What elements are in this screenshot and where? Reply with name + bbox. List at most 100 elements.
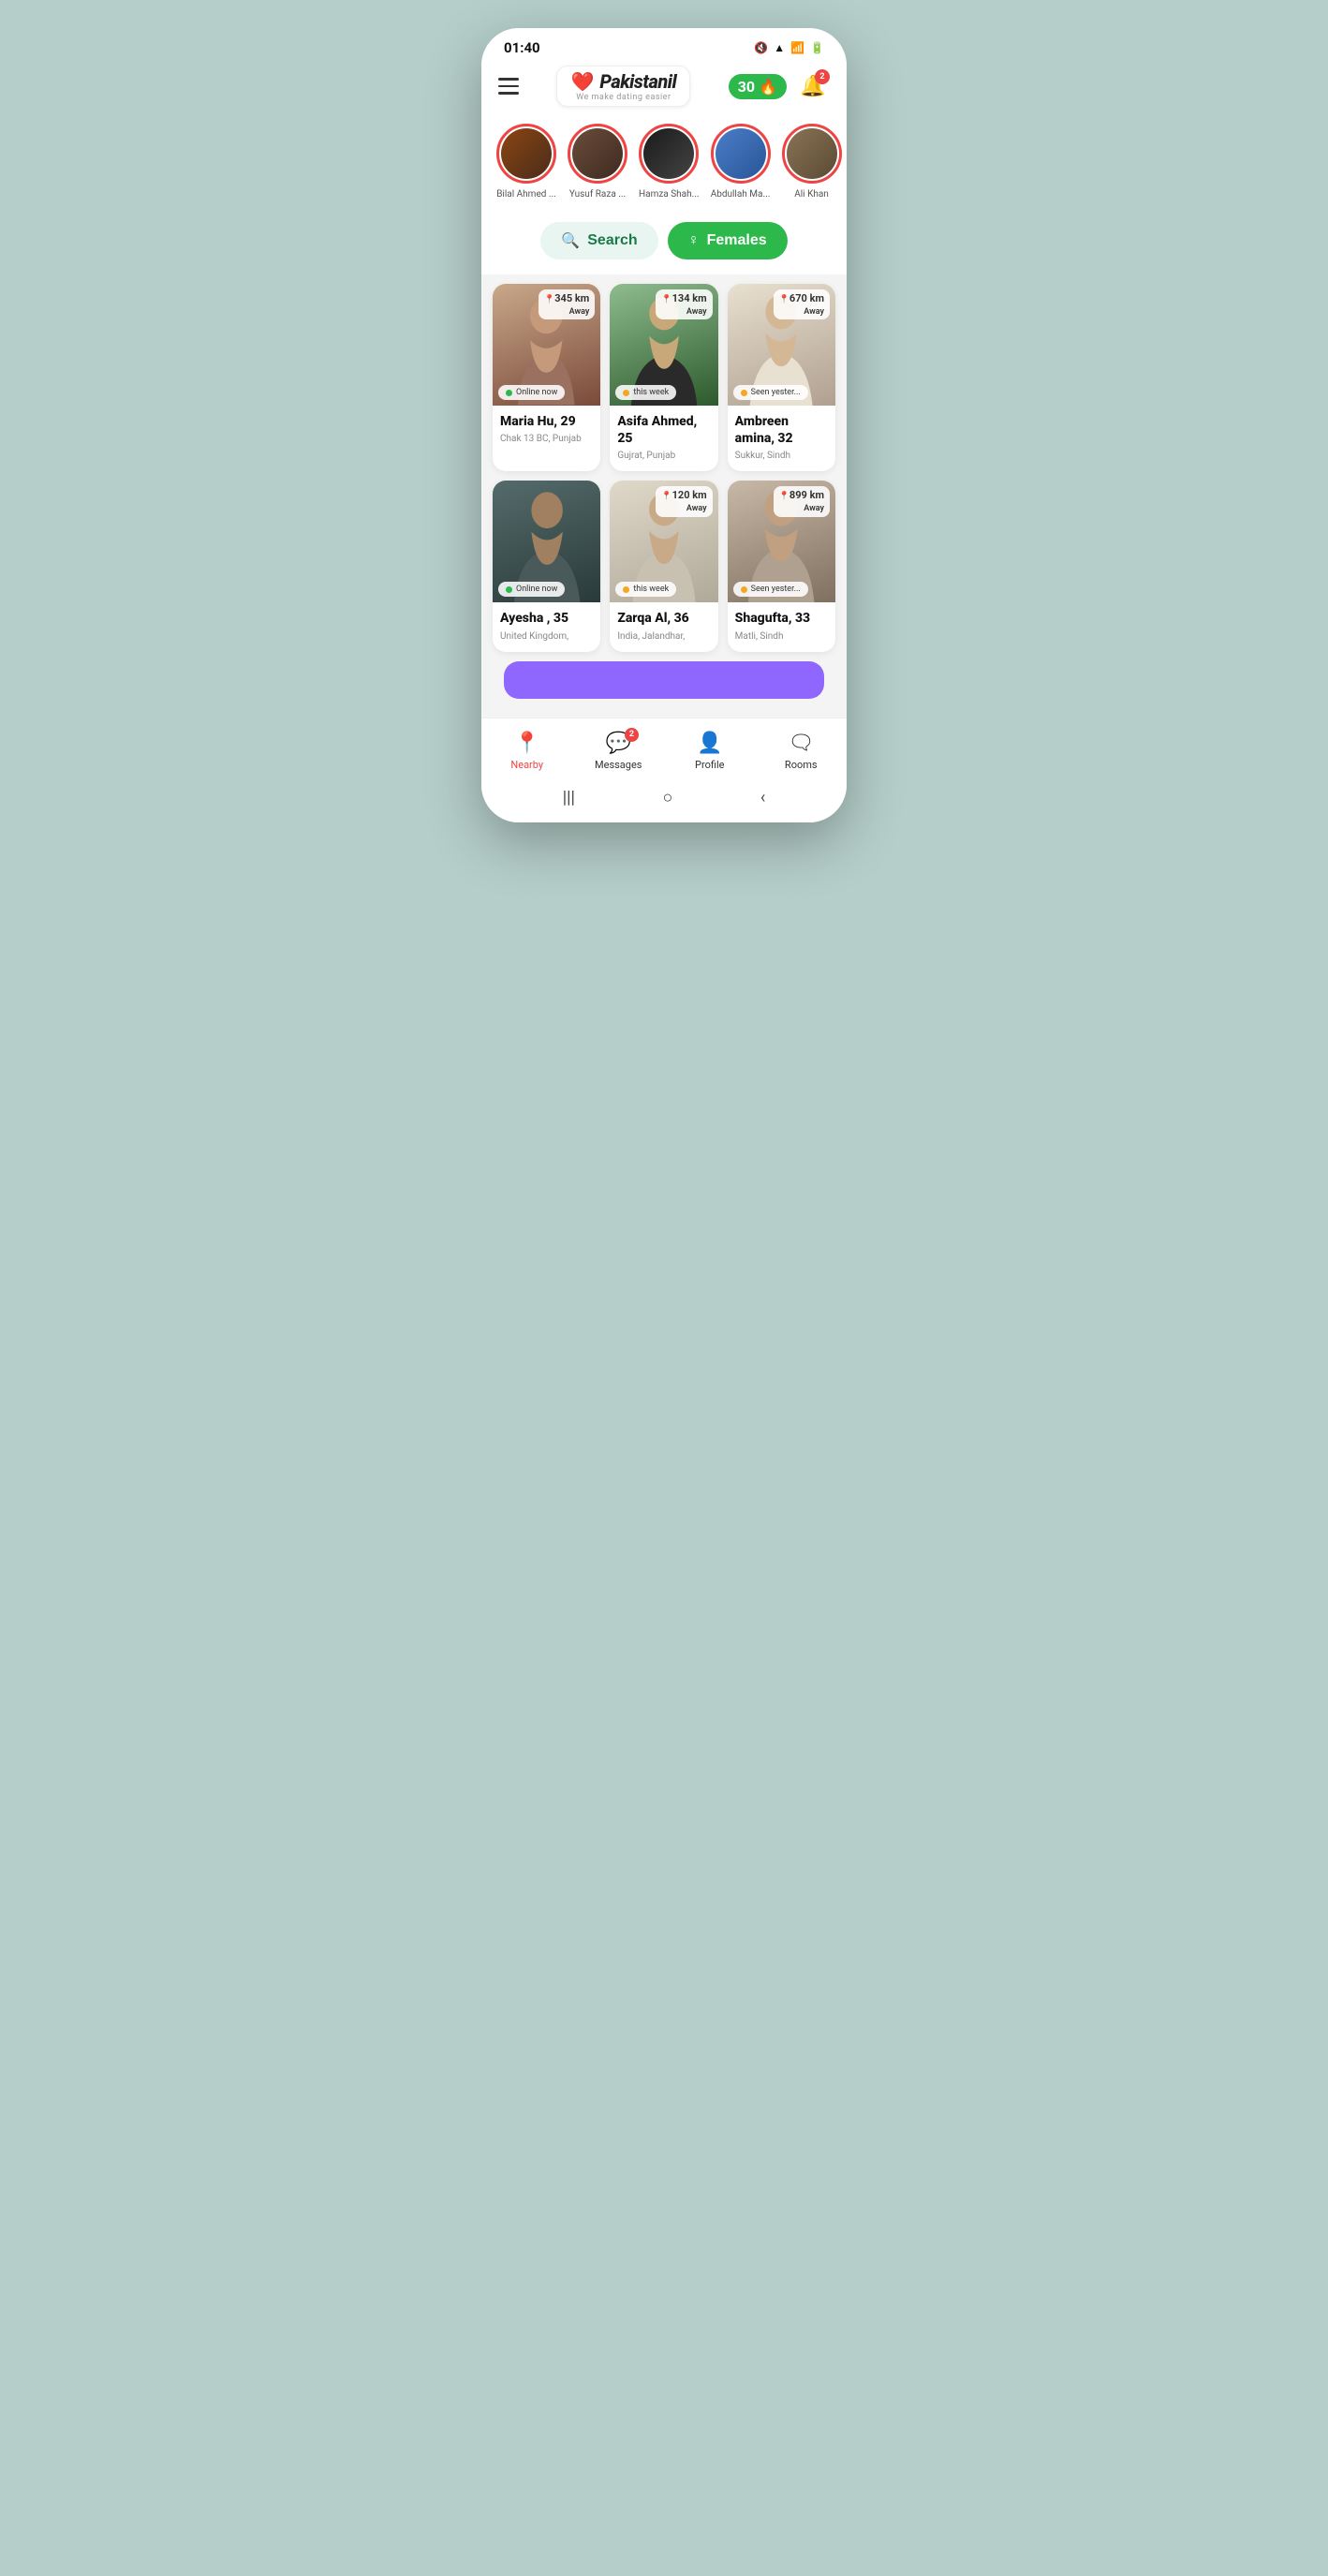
- story-name: Hamza Shah...: [639, 189, 700, 200]
- story-item[interactable]: Ali Khan: [782, 124, 842, 200]
- nav-nearby[interactable]: 📍 Nearby: [481, 728, 573, 775]
- profile-location: Matli, Sindh: [735, 630, 828, 643]
- filter-row: 🔍 Search ♀ Females: [481, 215, 847, 274]
- profile-icon: 👤: [697, 732, 722, 755]
- story-avatar: [787, 128, 837, 179]
- female-icon: ♀: [688, 232, 700, 249]
- nav-messages[interactable]: 💬 2 Messages: [573, 728, 665, 775]
- distance-badge: 📍120 kmAway: [656, 486, 712, 516]
- story-item[interactable]: Bilal Ahmed ...: [496, 124, 556, 200]
- females-filter-button[interactable]: ♀ Females: [668, 222, 788, 259]
- status-bar: 01:40 🔇 ▲ 📶 🔋: [481, 28, 847, 60]
- status-text: this week: [633, 585, 669, 594]
- logo: ❤️ Pakistanil We make dating easier: [556, 66, 690, 107]
- profile-name: Ayesha , 35: [500, 610, 593, 627]
- wifi-icon: ▲: [774, 41, 785, 54]
- story-avatar: [643, 128, 694, 179]
- online-dot: [506, 390, 512, 396]
- likes-badge[interactable]: 30 🔥: [729, 74, 787, 99]
- status-badge: Seen yester...: [733, 385, 808, 400]
- logo-text: Pakistanil: [599, 70, 676, 93]
- distance-badge: 📍899 kmAway: [774, 486, 830, 516]
- pin-icon: 📍: [779, 491, 789, 503]
- mute-icon: 🔇: [754, 41, 768, 54]
- nearby-icon: 📍: [514, 732, 539, 755]
- profile-location: United Kingdom,: [500, 630, 593, 643]
- card-info: Maria Hu, 29 Chak 13 BC, Punjab: [493, 406, 600, 454]
- nav-rooms[interactable]: 🗨 Rooms: [756, 728, 848, 775]
- story-item[interactable]: Abdullah Ma...: [711, 124, 771, 200]
- offline-dot: [623, 586, 629, 593]
- profile-card[interactable]: Online now Ayesha , 35 United Kingdom,: [493, 481, 600, 651]
- profile-label: Profile: [695, 759, 724, 771]
- stories-row: Bilal Ahmed ... Yusuf Raza ... Hamza Sha…: [481, 116, 847, 215]
- story-avatar: [572, 128, 623, 179]
- profile-card[interactable]: 📍120 kmAway this week Zarqa Al, 36 India…: [610, 481, 717, 651]
- recents-button[interactable]: |||: [563, 788, 575, 807]
- phone-shell: 01:40 🔇 ▲ 📶 🔋 ❤️ Pakistanil We make dati…: [481, 28, 847, 822]
- profile-card[interactable]: 📍670 kmAway Seen yester... Ambreen amina…: [728, 284, 835, 471]
- home-button[interactable]: ○: [662, 788, 672, 807]
- profile-name: Zarqa Al, 36: [617, 610, 710, 627]
- status-badge: Seen yester...: [733, 582, 808, 597]
- females-label: Females: [707, 232, 767, 249]
- distance-badge: 📍670 kmAway: [774, 289, 830, 319]
- card-info: Shagufta, 33 Matli, Sindh: [728, 602, 835, 651]
- profile-card[interactable]: 📍345 kmAway Online now Maria Hu, 29 Chak…: [493, 284, 600, 471]
- logo-heart-icon: ❤️: [570, 70, 594, 93]
- purple-action-button[interactable]: [504, 661, 824, 699]
- story-avatar: [501, 128, 552, 179]
- search-label: Search: [587, 232, 637, 249]
- offline-dot: [741, 586, 747, 593]
- menu-button[interactable]: [498, 78, 519, 95]
- messages-label: Messages: [595, 759, 642, 771]
- story-item[interactable]: Hamza Shah...: [639, 124, 700, 200]
- story-avatar: [716, 128, 766, 179]
- story-name: Abdullah Ma...: [711, 189, 771, 200]
- system-nav-bar: ||| ○ ‹: [481, 778, 847, 822]
- profile-location: Gujrat, Punjab: [617, 450, 710, 462]
- notification-count: 2: [815, 69, 830, 84]
- profile-card[interactable]: 📍134 kmAway this week Asifa Ahmed, 25 Gu…: [610, 284, 717, 471]
- profile-location: Sukkur, Sindh: [735, 450, 828, 462]
- distance-badge: 📍345 kmAway: [539, 289, 595, 319]
- signal-icon: 📶: [790, 41, 804, 54]
- card-info: Ayesha , 35 United Kingdom,: [493, 602, 600, 651]
- logo-subtitle: We make dating easier: [576, 93, 671, 102]
- distance-badge: 📍134 kmAway: [656, 289, 712, 319]
- profile-location: India, Jalandhar,: [617, 630, 710, 643]
- status-icons: 🔇 ▲ 📶 🔋: [754, 41, 824, 54]
- profile-name: Asifa Ahmed, 25: [617, 413, 710, 447]
- nearby-label: Nearby: [510, 759, 543, 771]
- pin-icon: 📍: [779, 294, 789, 306]
- profile-name: Maria Hu, 29: [500, 413, 593, 430]
- search-button[interactable]: 🔍 Search: [540, 222, 657, 259]
- rooms-icon: 🗨: [788, 732, 814, 755]
- story-name: Yusuf Raza ...: [569, 189, 626, 200]
- back-button[interactable]: ‹: [760, 788, 765, 807]
- messages-badge: 2: [625, 728, 639, 742]
- nav-profile[interactable]: 👤 Profile: [664, 728, 756, 775]
- rooms-label: Rooms: [785, 759, 818, 771]
- status-time: 01:40: [504, 39, 540, 56]
- card-info: Ambreen amina, 32 Sukkur, Sindh: [728, 406, 835, 471]
- profile-name: Shagufta, 33: [735, 610, 828, 627]
- status-text: Seen yester...: [751, 388, 801, 397]
- header: ❤️ Pakistanil We make dating easier 30 🔥…: [481, 60, 847, 116]
- story-item[interactable]: Yusuf Raza ...: [568, 124, 627, 200]
- story-name: Bilal Ahmed ...: [496, 189, 556, 200]
- profile-card[interactable]: 📍899 kmAway Seen yester... Shagufta, 33 …: [728, 481, 835, 651]
- status-badge: Online now: [498, 582, 565, 597]
- card-info: Asifa Ahmed, 25 Gujrat, Punjab: [610, 406, 717, 471]
- bottom-navigation: 📍 Nearby 💬 2 Messages 👤 Profile 🗨 Rooms: [481, 718, 847, 778]
- offline-dot: [741, 390, 747, 396]
- fire-icon: 🔥: [759, 78, 777, 96]
- status-text: Seen yester...: [751, 585, 801, 594]
- card-info: Zarqa Al, 36 India, Jalandhar,: [610, 602, 717, 651]
- status-text: this week: [633, 388, 669, 397]
- status-badge: Online now: [498, 385, 565, 400]
- notifications-button[interactable]: 🔔 2: [796, 69, 830, 103]
- profile-name: Ambreen amina, 32: [735, 413, 828, 447]
- header-right: 30 🔥 🔔 2: [729, 69, 830, 103]
- pin-icon: 📍: [544, 294, 554, 306]
